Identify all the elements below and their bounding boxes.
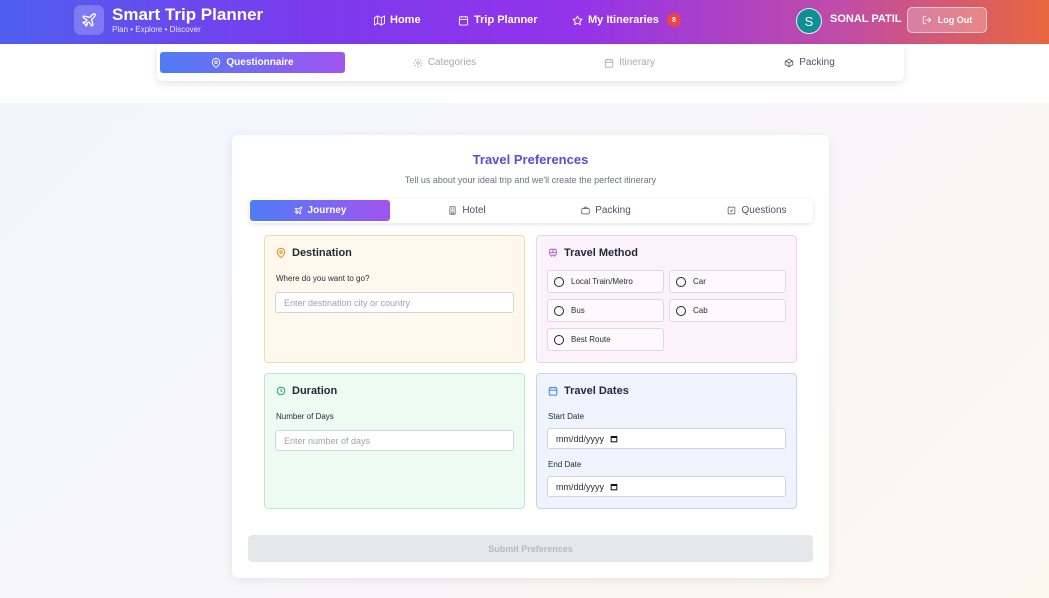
duration-title: Duration xyxy=(292,385,338,397)
tab-packing[interactable]: Packing xyxy=(536,200,676,221)
plane-logo-icon[interactable] xyxy=(74,5,104,35)
destination-title: Destination xyxy=(292,247,352,259)
destination-label: Where do you want to go? xyxy=(276,274,370,283)
option-bus[interactable]: Bus xyxy=(547,299,664,322)
radio-button[interactable] xyxy=(676,276,686,287)
option-label: Best Route xyxy=(571,335,611,344)
destination-heading: Destination xyxy=(276,247,352,259)
travel-dates-heading: Travel Dates xyxy=(548,385,629,397)
user-name: SONAL PATIL xyxy=(830,13,902,25)
duration-label: Number of Days xyxy=(276,412,334,421)
tab-packing-label: Packing xyxy=(595,205,631,216)
brand-title[interactable]: Smart Trip Planner xyxy=(112,5,263,25)
map-pin-icon xyxy=(276,248,286,258)
step-categories-label: Categories xyxy=(427,57,477,68)
step-tabs: Questionnaire Categories Itinerary Packi… xyxy=(157,44,904,81)
map-icon xyxy=(374,14,385,26)
brand-subtitle: Plan • Explore • Discover xyxy=(112,25,201,34)
plane-icon xyxy=(294,206,303,215)
end-date-value: mm/dd/yyyy xyxy=(556,481,605,492)
radio-button[interactable] xyxy=(554,334,564,345)
start-date-input[interactable]: mm/dd/yyyy xyxy=(547,428,786,449)
avatar[interactable]: S xyxy=(796,8,822,34)
start-date-label: Start Date xyxy=(548,412,585,421)
map-pin-icon xyxy=(211,57,221,68)
step-packing-label: Packing xyxy=(799,57,835,68)
preference-tabs: Journey Hotel Packing Questions xyxy=(249,199,813,223)
tab-journey[interactable]: Journey xyxy=(250,200,390,221)
calendar-picker-icon[interactable] xyxy=(610,435,618,443)
travel-method-panel: Travel Method Local Train/Metro Car Bus … xyxy=(536,235,797,363)
calendar-icon xyxy=(604,58,614,68)
option-local-train-metro[interactable]: Local Train/Metro xyxy=(547,270,664,293)
logout-icon xyxy=(922,15,932,25)
clock-icon xyxy=(276,386,286,396)
building-icon xyxy=(448,206,457,215)
nav-home[interactable]: Home xyxy=(374,12,421,28)
nav-trip-planner[interactable]: Trip Planner xyxy=(458,12,538,28)
itineraries-count-badge: 8 xyxy=(666,13,681,27)
nav-my-itineraries-label: My Itineraries xyxy=(588,14,659,26)
briefcase-icon xyxy=(581,206,590,215)
radio-button[interactable] xyxy=(554,305,564,316)
train-icon xyxy=(548,248,558,258)
tab-questions-label: Questions xyxy=(741,205,787,216)
submit-preferences-button[interactable]: Submit Preferences xyxy=(248,535,813,562)
nav-trip-planner-label: Trip Planner xyxy=(474,14,538,26)
option-label: Cab xyxy=(693,306,708,315)
calendar-icon xyxy=(458,15,469,26)
checklist-icon xyxy=(727,206,736,215)
travel-method-title: Travel Method xyxy=(564,247,638,259)
option-best-route[interactable]: Best Route xyxy=(547,328,664,351)
calendar-icon xyxy=(548,386,558,396)
option-car[interactable]: Car xyxy=(669,270,786,293)
step-questionnaire-label: Questionnaire xyxy=(226,57,294,68)
destination-panel: Destination Where do you want to go? Ent… xyxy=(264,235,525,363)
page-subtitle: Tell us about your ideal trip and we'll … xyxy=(404,175,657,185)
option-label: Local Train/Metro xyxy=(571,277,633,286)
tab-journey-label: Journey xyxy=(307,205,347,216)
duration-heading: Duration xyxy=(276,385,337,397)
gear-icon xyxy=(413,57,423,68)
days-input[interactable]: Enter number of days xyxy=(275,430,514,451)
end-date-input[interactable]: mm/dd/yyyy xyxy=(547,476,786,497)
step-questionnaire[interactable]: Questionnaire xyxy=(160,52,345,73)
step-itinerary[interactable]: Itinerary xyxy=(537,52,722,73)
step-categories[interactable]: Categories xyxy=(352,52,537,73)
nav-my-itineraries[interactable]: My Itineraries 8 xyxy=(572,12,681,28)
page-title: Travel Preferences xyxy=(472,152,589,167)
logout-label: Log Out xyxy=(937,15,973,25)
radio-button[interactable] xyxy=(554,276,564,287)
logout-button[interactable]: Log Out xyxy=(907,7,987,33)
preferences-card: Travel Preferences Tell us about your id… xyxy=(232,135,829,578)
calendar-picker-icon[interactable] xyxy=(610,483,618,491)
start-date-value: mm/dd/yyyy xyxy=(556,433,605,444)
travel-method-heading: Travel Method xyxy=(548,247,638,259)
step-packing[interactable]: Packing xyxy=(717,52,902,73)
travel-dates-panel: Travel Dates Start Date mm/dd/yyyy End D… xyxy=(536,373,797,509)
duration-panel: Duration Number of Days Enter number of … xyxy=(264,373,525,509)
travel-dates-title: Travel Dates xyxy=(564,385,629,397)
tab-hotel[interactable]: Hotel xyxy=(397,200,537,221)
app-header: Smart Trip Planner Plan • Explore • Disc… xyxy=(0,0,1049,44)
option-label: Car xyxy=(693,277,706,286)
star-icon xyxy=(572,14,583,26)
step-itinerary-label: Itinerary xyxy=(618,57,656,68)
tab-hotel-label: Hotel xyxy=(462,205,486,216)
tab-questions[interactable]: Questions xyxy=(687,200,827,221)
box-icon xyxy=(784,58,794,68)
radio-button[interactable] xyxy=(676,305,686,316)
end-date-label: End Date xyxy=(548,460,582,469)
destination-input[interactable]: Enter destination city or country xyxy=(275,292,514,313)
nav-home-label: Home xyxy=(390,14,421,26)
option-label: Bus xyxy=(571,306,585,315)
option-cab[interactable]: Cab xyxy=(669,299,786,322)
